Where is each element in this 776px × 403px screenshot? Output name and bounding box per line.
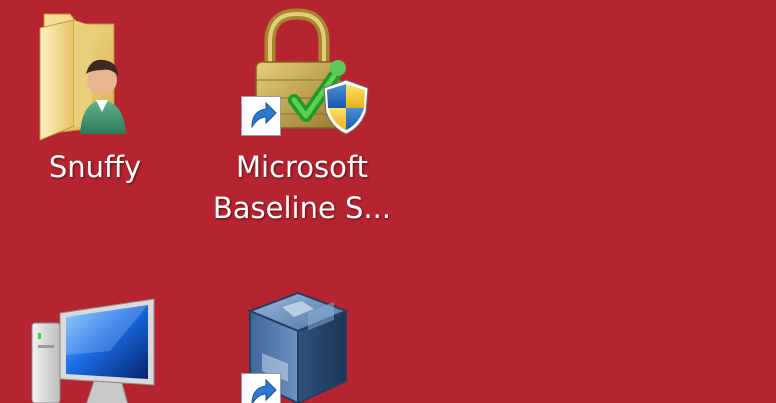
desktop: Snuffy Microsoft Baseline S... <box>0 0 776 403</box>
icon-label-line-1: Microsoft <box>236 150 368 184</box>
icon-label-line-2: Baseline S... <box>212 191 392 225</box>
user-folder-icon <box>39 13 126 141</box>
desktop-icon-virtualbox[interactable] <box>207 285 397 403</box>
icon-label: Snuffy <box>48 150 142 184</box>
shortcut-arrow-icon <box>241 373 281 403</box>
shortcut-arrow-icon <box>241 96 281 136</box>
computer-monitor-icon <box>31 298 155 403</box>
desktop-icon-microsoft-baseline[interactable]: Microsoft Baseline S... <box>207 0 397 230</box>
desktop-icon-snuffy[interactable]: Snuffy <box>0 0 190 200</box>
desktop-icon-computer[interactable] <box>0 285 190 403</box>
